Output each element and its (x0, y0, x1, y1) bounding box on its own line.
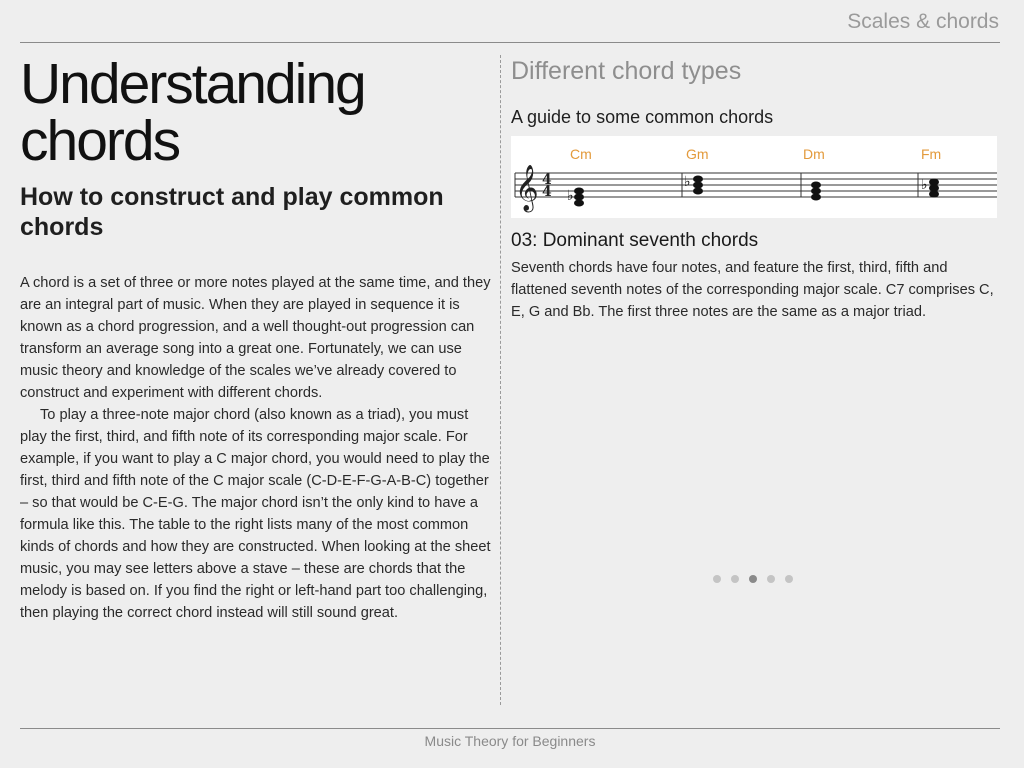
svg-text:♭: ♭ (684, 174, 691, 190)
page-dot-5[interactable] (785, 575, 793, 583)
panel-subheading: A guide to some common chords (511, 107, 774, 127)
chord-section-heading: 03: Dominant seventh chords (511, 230, 759, 251)
page-dot-3-active[interactable] (749, 575, 757, 583)
title-line-2: chords (20, 109, 181, 173)
top-divider (20, 42, 1000, 43)
right-column[interactable]: Different chord types A guide to some co… (511, 56, 1001, 323)
svg-text:♭: ♭ (921, 177, 928, 193)
bottom-divider (20, 728, 1000, 729)
svg-text:♭: ♭ (567, 188, 574, 204)
chord-section-body: Seventh chords have four notes, and feat… (511, 260, 994, 320)
page-indicator[interactable] (713, 575, 793, 583)
stave-svg: 𝄞 4 4 ♭ ♭ ♭ (514, 165, 997, 213)
paragraph-1: A chord is a set of three or more notes … (20, 275, 491, 401)
article-body: A chord is a set of three or more notes … (20, 272, 492, 624)
time-sig-bottom: 4 (542, 184, 552, 200)
page-subtitle: How to construct and play common chords (20, 183, 444, 241)
title-line-1: Understanding (20, 52, 367, 116)
footer-title: Music Theory for Beginners (424, 733, 596, 749)
page-title: Understanding chords (20, 56, 492, 170)
page-dot-2[interactable] (731, 575, 739, 583)
chord-stave-image: Cm Gm Dm Fm 𝄞 4 4 ♭ ♭ ♭ (511, 136, 997, 218)
column-divider (500, 55, 501, 705)
left-column: Understanding chords How to construct an… (20, 56, 492, 624)
page-dot-1[interactable] (713, 575, 721, 583)
panel-heading: Different chord types (511, 57, 742, 85)
paragraph-2: To play a three-note major chord (also k… (20, 407, 491, 621)
page-dot-4[interactable] (767, 575, 775, 583)
treble-clef-icon: 𝄞 (515, 165, 539, 213)
section-title: Scales & chords (847, 10, 999, 33)
